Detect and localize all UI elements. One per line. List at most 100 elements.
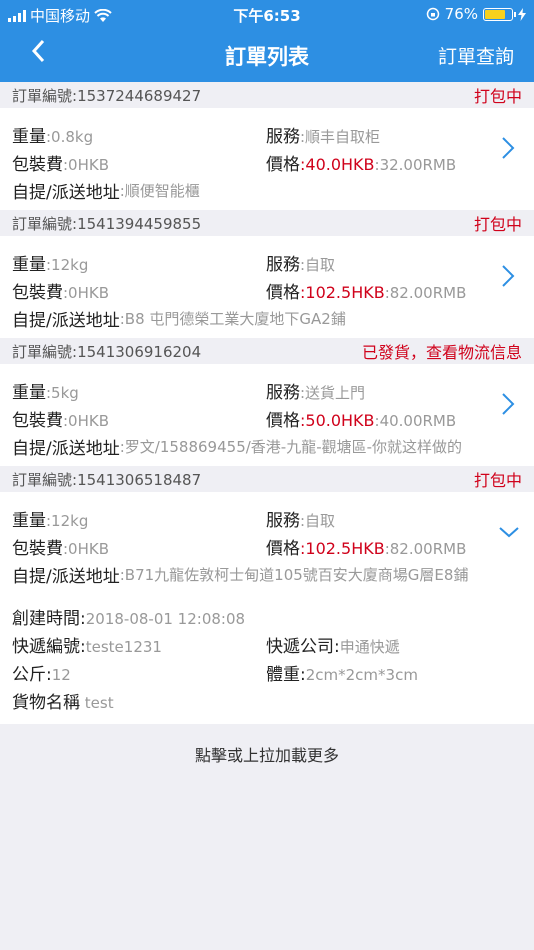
order-header: 訂單編號:1541306518487 打包中 (0, 466, 534, 492)
field-label: 重量 (12, 510, 46, 531)
order-detail-arrow[interactable] (500, 390, 516, 418)
price-rmb: :82.00RMB (384, 539, 467, 558)
chevron-right-icon (502, 265, 515, 287)
field-label: 服務 (266, 126, 300, 147)
field-group: 訂單編號: (12, 342, 78, 361)
order-card[interactable]: 重量:5kg 服務:送貨上門 包裝費:0HKB 價格:50.0HKB:40.00RM… (0, 364, 534, 466)
service-value: :順丰自取柜 (300, 127, 381, 146)
address-row: 自提/派送地址:B71九龍佐敦柯士甸道105號百安大廈商場G層E8鋪 (12, 560, 522, 588)
field-group: 包裝費:0HKB (12, 278, 266, 303)
address-value: :罗文/158869455/香港-九龍-觀塘區-你就这样做的 (119, 437, 463, 456)
created-time: 2018-08-01 12:08:08 (85, 609, 246, 628)
navbar: 訂單列表 訂單查詢 (0, 28, 534, 82)
order-header: 訂單編號:1537244689427 打包中 (0, 82, 534, 108)
field-label: 自提/派送地址 (12, 182, 120, 203)
info-row: 重量:12kg 服務:自取 (12, 504, 522, 532)
order-status: 打包中 (473, 215, 522, 234)
address-row: 自提/派送地址:順便智能櫃 (12, 176, 522, 204)
field-group: 價格:50.0HKB:40.00RMB (266, 406, 522, 431)
charging-icon (518, 7, 526, 21)
field-label: 價格 (266, 154, 300, 175)
weight-value: :5kg (46, 383, 79, 402)
field-group: 重量:0.8kg (12, 122, 266, 147)
field-group: 重量:12kg (12, 250, 266, 275)
order-detail-arrow[interactable] (500, 262, 516, 290)
field-label: 體重: (266, 664, 306, 685)
price-rmb: :32.00RMB (374, 155, 457, 174)
field-group: 包裝費:0HKB (12, 534, 266, 559)
info-row: 包裝費:0HKB 價格:102.5HKB:82.00RMB (12, 276, 522, 304)
field-group: 1541306916204 (77, 342, 202, 361)
field-label: 價格 (266, 410, 300, 431)
order-card[interactable]: 重量:0.8kg 服務:順丰自取柜 包裝費:0HKB 價格:40.0HKB:32.0… (0, 108, 534, 210)
pack-fee-value: :0HKB (63, 411, 110, 430)
field-group: 重量:5kg (12, 378, 266, 403)
address-row: 自提/派送地址:B8 屯門德榮工業大廈地下GA2鋪 (12, 304, 522, 332)
info-row: 貨物名稱 test (12, 686, 522, 714)
field-group: 服務:順丰自取柜 (266, 122, 522, 147)
order-number: 訂單編號:1541306518487 (12, 469, 201, 490)
order-card[interactable]: 重量:12kg 服務:自取 包裝費:0HKB 價格:102.5HKB:82.00RM… (0, 236, 534, 338)
battery-percent: 76% (444, 5, 478, 23)
address-value: :B71九龍佐敦柯士甸道105號百安大廈商場G層E8鋪 (119, 565, 469, 584)
collapse-toggle[interactable] (498, 524, 520, 552)
goods-name: test (84, 693, 114, 712)
pack-fee-value: :0HKB (63, 283, 110, 302)
address-value: :B8 屯門德榮工業大廈地下GA2鋪 (119, 309, 346, 328)
chevron-down-icon (499, 527, 519, 538)
field-label: 自提/派送地址 (12, 438, 120, 459)
field-label: 快遞公司: (266, 636, 340, 657)
header: 中国移动 下午6:53 76% 訂單列表 訂單查詢 (0, 0, 534, 82)
price-rmb: :82.00RMB (384, 283, 467, 302)
service-value: :自取 (300, 511, 336, 530)
info-row: 快遞編號:teste1231 快遞公司:申通快遞 (12, 630, 522, 658)
info-row: 重量:5kg 服務:送貨上門 (12, 376, 522, 404)
order-list: 訂單編號:1537244689427 打包中 重量:0.8kg 服務:順丰自取柜 … (0, 82, 534, 724)
field-label: 創建時間: (12, 608, 86, 629)
order-detail-arrow[interactable] (500, 134, 516, 162)
load-more-button[interactable]: 點擊或上拉加載更多 (0, 724, 534, 784)
order-detail: 創建時間:2018-08-01 12:08:08 快遞編號:teste1231 快… (12, 588, 522, 718)
field-group: 服務:送貨上門 (266, 378, 522, 403)
weight-kg: 12 (51, 665, 71, 684)
field-group: 1541394459855 (77, 214, 202, 233)
field-label: 包裝費 (12, 538, 63, 559)
field-group: 服務:自取 (266, 250, 522, 275)
field-group: 1537244689427 (77, 86, 202, 105)
order-number: 訂單編號:1537244689427 (12, 85, 201, 106)
service-value: :送貨上門 (300, 383, 366, 402)
weight-value: :12kg (46, 255, 89, 274)
info-row: 創建時間:2018-08-01 12:08:08 (12, 602, 522, 630)
field-group: 1541306518487 (77, 470, 202, 489)
field-group: 訂單編號: (12, 86, 78, 105)
address-value: :順便智能櫃 (119, 181, 200, 200)
field-group: 公斤:12 (12, 660, 266, 685)
order-query-button[interactable]: 訂單查詢 (438, 42, 514, 69)
pack-fee-value: :0HKB (63, 539, 110, 558)
field-group: 訂單編號: (12, 214, 78, 233)
field-group: 包裝費:0HKB (12, 150, 266, 175)
field-group: 體重:2cm*2cm*3cm (266, 660, 522, 685)
order-status: 打包中 (473, 87, 522, 106)
field-label: 重量 (12, 254, 46, 275)
field-label: 重量 (12, 382, 46, 403)
rotation-lock-icon (426, 7, 439, 21)
price-hkb: :50.0HKB (300, 410, 375, 430)
field-label: 自提/派送地址 (12, 310, 120, 331)
info-row: 重量:12kg 服務:自取 (12, 248, 522, 276)
status-bar: 中国移动 下午6:53 76% (0, 0, 534, 28)
order-card[interactable]: 重量:12kg 服務:自取 包裝費:0HKB 價格:102.5HKB:82.00RM… (0, 492, 534, 724)
field-group: 快遞公司:申通快遞 (266, 632, 522, 657)
order-number: 訂單編號:1541394459855 (12, 213, 201, 234)
weight-value: :12kg (46, 511, 89, 530)
field-label: 價格 (266, 538, 300, 559)
chevron-right-icon (502, 393, 515, 415)
price-hkb: :40.0HKB (300, 154, 375, 174)
express-number: teste1231 (85, 637, 162, 656)
field-group: 價格:102.5HKB:82.00RMB (266, 534, 522, 559)
info-row: 包裝費:0HKB 價格:102.5HKB:82.00RMB (12, 532, 522, 560)
field-group: 包裝費:0HKB (12, 406, 266, 431)
order-status[interactable]: 已發貨，查看物流信息 (362, 339, 522, 363)
order-header: 訂單編號:1541394459855 打包中 (0, 210, 534, 236)
order-status: 打包中 (473, 471, 522, 490)
